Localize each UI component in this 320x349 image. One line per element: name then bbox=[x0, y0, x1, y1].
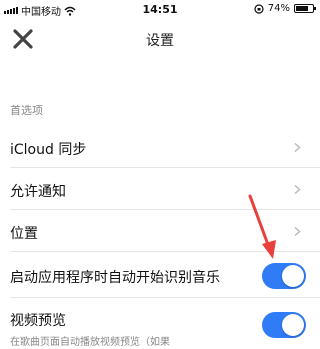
annotation-arrow bbox=[248, 194, 276, 259]
